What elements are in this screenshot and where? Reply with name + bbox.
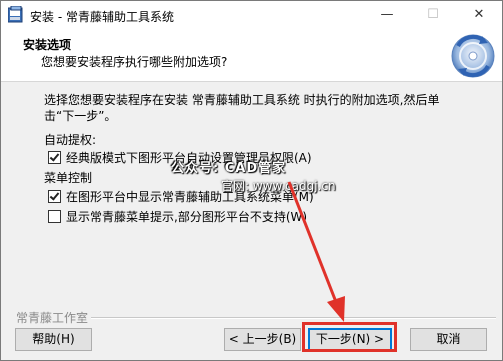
maximize-button[interactable]: ☐ <box>410 1 456 29</box>
close-button[interactable]: ✕ <box>456 1 502 29</box>
menu-tips-option[interactable]: 显示常青藤菜单提示,部分图形平台不支持(W) <box>48 208 307 224</box>
watermark-site: 官网: www.cadgj.cn <box>221 179 336 193</box>
description-text: 选择您想要安装程序在安装 常青藤辅助工具系统 时执行的附加选项,然后单击“下一步… <box>44 93 440 123</box>
wizard-header: 安装选项 您想要安装程序执行哪些附加选项? <box>1 29 502 82</box>
studio-label: 常青藤工作室 <box>16 311 89 325</box>
menu-tips-checkbox[interactable] <box>48 209 61 223</box>
cancel-button[interactable]: 取消 <box>410 328 487 351</box>
help-button[interactable]: 帮助(H) <box>15 328 92 351</box>
page-subtitle: 您想要安装程序执行哪些附加选项? <box>41 55 228 69</box>
next-button-highlight <box>302 322 397 352</box>
elevation-group-label: 自动提权: <box>44 133 97 147</box>
setup-disc-icon <box>451 34 495 78</box>
footer-divider <box>91 317 496 319</box>
window-title: 安装 - 常青藤辅助工具系统 <box>30 10 174 24</box>
back-button[interactable]: < 上一步(B) <box>224 328 301 351</box>
watermark-account: 公众号: CAD管家 <box>171 161 287 176</box>
menu-tips-label: 显示常青藤菜单提示,部分图形平台不支持(W) <box>66 209 308 224</box>
title-bar[interactable]: 安装 - 常青藤辅助工具系统 — ☐ ✕ <box>1 1 502 29</box>
page-title: 安装选项 <box>23 38 72 52</box>
menu-group-label: 菜单控制 <box>44 171 93 185</box>
show-menu-checkbox[interactable] <box>48 189 61 203</box>
installer-window: 安装 - 常青藤辅助工具系统 — ☐ ✕ 安装选项 您想要安装程序执行哪些附加选… <box>0 0 503 361</box>
admin-rights-checkbox[interactable] <box>48 150 61 164</box>
minimize-button[interactable]: — <box>364 1 410 29</box>
installer-app-icon <box>8 6 23 23</box>
